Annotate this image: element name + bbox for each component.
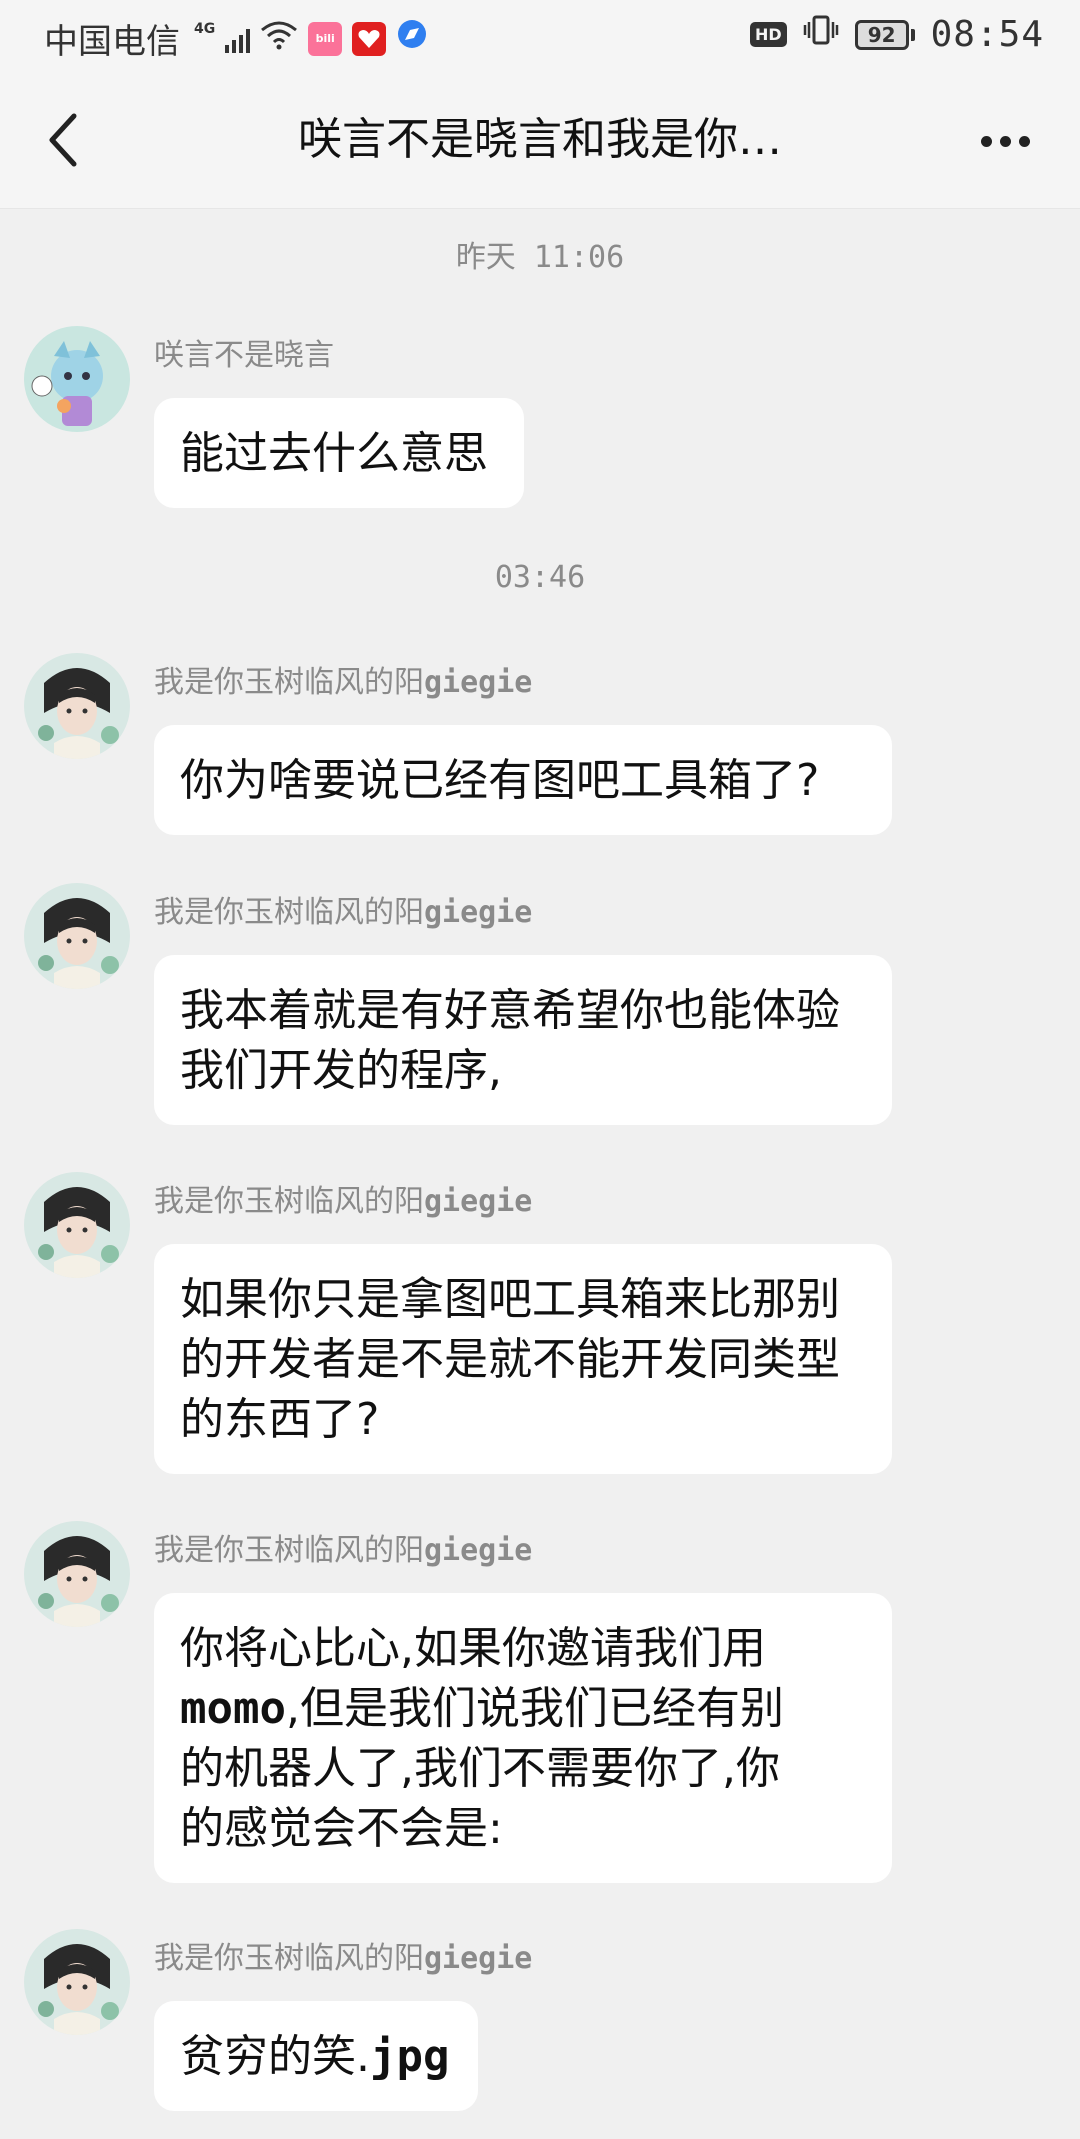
clock: 08:54 <box>930 14 1044 55</box>
signal-icon <box>225 25 251 53</box>
browser-icon <box>396 18 428 59</box>
avatar[interactable] <box>24 653 130 759</box>
sender-name: 我是你玉树临风的阳giegie <box>154 1941 533 1976</box>
chat-title: 咲言不是晓言和我是你… <box>298 114 782 165</box>
vibrate-icon <box>803 14 839 55</box>
avatar[interactable] <box>24 1929 130 2035</box>
message-bubble[interactable]: 如果你只是拿图吧工具箱来比那别 的开发者是不是就不能开发同类型 的东西了? <box>154 1244 892 1474</box>
message-bubble[interactable]: 你为啥要说已经有图吧工具箱了? <box>154 725 892 835</box>
message-text-line: 如果你只是拿图吧工具箱来比那别 <box>180 1274 840 1325</box>
avatar[interactable] <box>24 326 130 432</box>
sender-name: 我是你玉树临风的阳giegie <box>154 665 533 700</box>
more-options-button[interactable] <box>970 116 1040 166</box>
avatar[interactable] <box>24 1172 130 1278</box>
avatar[interactable] <box>24 1521 130 1627</box>
message-text-line: 的感觉会不会是: <box>180 1803 503 1854</box>
sender-name: 我是你玉树临风的阳giegie <box>154 1533 533 1568</box>
message-bubble[interactable]: 你将心比心,如果你邀请我们用 momo,但是我们说我们已经有别 的机器人了,我们… <box>154 1593 892 1883</box>
battery-level: 92 <box>854 19 909 50</box>
message-bubble[interactable]: 贫穷的笑.jpg <box>154 2001 478 2111</box>
message-text-line: 我们开发的程序, <box>180 1045 502 1096</box>
sender-name: 我是你玉树临风的阳giegie <box>154 895 533 930</box>
message-text: 贫穷的笑.jpg <box>180 2031 450 2082</box>
wifi-icon <box>260 19 298 59</box>
message-text: 能过去什么意思 <box>180 428 488 479</box>
network-type: 4G <box>194 20 216 37</box>
message-bubble[interactable]: 我本着就是有好意希望你也能体验 我们开发的程序, <box>154 955 892 1125</box>
app-icon <box>352 21 387 56</box>
more-dots-icon <box>980 135 992 147</box>
message-text-line: 你将心比心,如果你邀请我们用 <box>180 1623 766 1674</box>
sender-name: 我是你玉树临风的阳giegie <box>154 1184 533 1219</box>
timestamp: 03:46 <box>494 560 586 595</box>
message-text-line: 的机器人了,我们不需要你了,你 <box>180 1743 780 1794</box>
carrier-label: 中国电信 <box>44 22 180 62</box>
message-text-line: 的开发者是不是就不能开发同类型 <box>180 1334 840 1385</box>
avatar[interactable] <box>24 883 130 989</box>
status-bar: 中国电信 4G bili HD 92 08:54 <box>0 0 1080 72</box>
message-text: 你为啥要说已经有图吧工具箱了? <box>180 755 820 806</box>
message-text-line: 的东西了? <box>180 1394 380 1445</box>
sender-name: 咲言不是晓言 <box>154 338 334 373</box>
message-text-line: momo,但是我们说我们已经有别 <box>180 1683 784 1734</box>
timestamp: 昨天 11:06 <box>455 240 625 275</box>
chat-header: 咲言不是晓言和我是你… <box>0 72 1080 209</box>
message-bubble[interactable]: 能过去什么意思 <box>154 398 524 508</box>
hd-badge: HD <box>749 22 787 47</box>
bilibili-icon: bili <box>308 21 343 56</box>
chevron-left-icon <box>49 113 77 167</box>
battery-icon: 92 <box>854 19 915 50</box>
back-button[interactable] <box>34 110 94 170</box>
message-text-line: 我本着就是有好意希望你也能体验 <box>180 985 840 1036</box>
